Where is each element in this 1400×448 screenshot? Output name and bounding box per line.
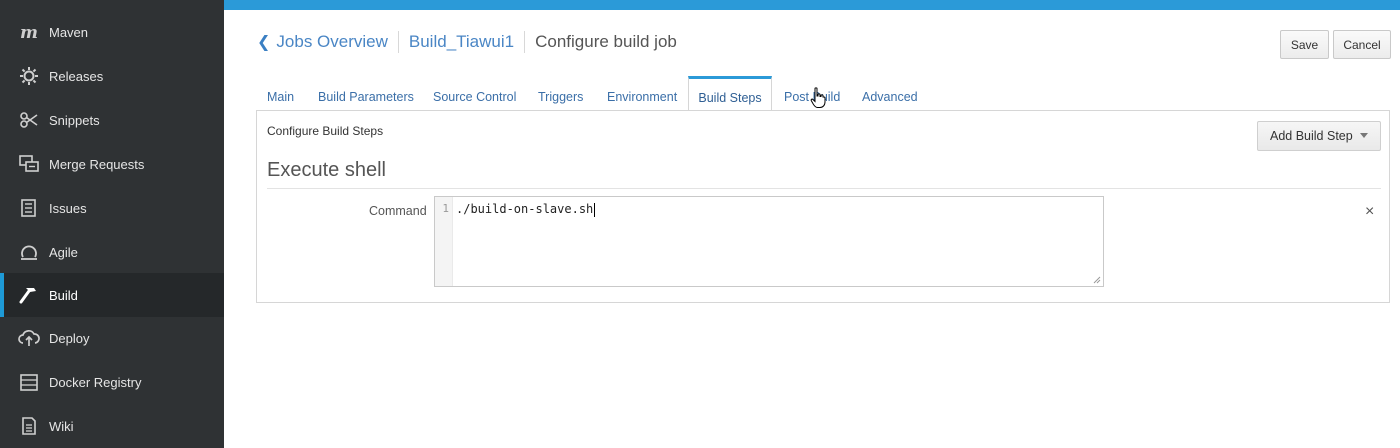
- breadcrumb-divider: [397, 31, 399, 53]
- sidebar-item-label: Maven: [49, 24, 89, 40]
- tab-advanced[interactable]: Advanced: [862, 76, 918, 111]
- sidebar-item-agile[interactable]: Agile: [0, 230, 224, 274]
- tab-source-control[interactable]: Source Control: [433, 76, 516, 111]
- chevron-down-icon: [1360, 133, 1368, 138]
- line-number-gutter: 1: [435, 197, 453, 286]
- step-divider: [267, 188, 1381, 189]
- issues-icon: [18, 197, 40, 219]
- breadcrumb: ❮ Jobs Overview Build_Tiawui1 Configure …: [257, 29, 677, 55]
- step-title: Execute shell: [267, 159, 386, 181]
- docker-registry-icon: [18, 371, 40, 393]
- cancel-button[interactable]: Cancel: [1333, 30, 1391, 59]
- hand-pointer-icon: [810, 87, 826, 108]
- command-value: ./build-on-slave.sh: [456, 202, 594, 216]
- breadcrumb-divider: [524, 31, 526, 53]
- sidebar-item-label: Releases: [49, 68, 104, 84]
- save-button[interactable]: Save: [1280, 30, 1329, 59]
- add-build-step-label: Add Build Step: [1270, 129, 1353, 143]
- sidebar-item-label: Docker Registry: [49, 374, 142, 390]
- maven-icon: m: [18, 21, 40, 43]
- sidebar-item-releases[interactable]: Releases: [0, 54, 224, 98]
- chevron-left-icon[interactable]: ❮: [257, 32, 270, 52]
- build-steps-panel: Configure Build Steps Add Build Step Exe…: [256, 110, 1390, 303]
- page-title: Configure build job: [535, 32, 677, 51]
- sidebar-item-snippets[interactable]: Snippets: [0, 98, 224, 142]
- sidebar-item-docker-registry[interactable]: Docker Registry: [0, 360, 224, 404]
- top-accent-bar: [224, 0, 1400, 10]
- tab-triggers[interactable]: Triggers: [538, 76, 583, 111]
- deploy-cloud-icon: [18, 327, 40, 349]
- tab-build-parameters[interactable]: Build Parameters: [318, 76, 414, 111]
- sidebar-item-build[interactable]: Build: [0, 273, 224, 317]
- tab-environment[interactable]: Environment: [607, 76, 677, 111]
- sidebar-item-label: Snippets: [49, 112, 100, 128]
- sidebar-item-maven[interactable]: m Maven: [0, 10, 224, 54]
- snippets-icon: [18, 109, 40, 131]
- wiki-icon: [18, 415, 40, 437]
- remove-step-close-icon[interactable]: ×: [1365, 204, 1374, 220]
- agile-icon: [18, 241, 40, 263]
- resize-grip-icon[interactable]: [1093, 276, 1101, 284]
- releases-icon: [18, 65, 40, 87]
- svg-text:m: m: [20, 24, 38, 40]
- build-hammer-icon: [18, 284, 40, 306]
- sidebar-item-wiki[interactable]: Wiki: [0, 404, 224, 448]
- tab-main[interactable]: Main: [267, 76, 294, 111]
- sidebar-item-label: Deploy: [49, 330, 90, 346]
- sidebar-item-label: Merge Requests: [49, 156, 145, 172]
- sidebar-item-label: Agile: [49, 244, 78, 260]
- sidebar-item-label: Wiki: [49, 418, 74, 434]
- sidebar-item-label: Build: [49, 287, 78, 303]
- command-label: Command: [369, 204, 427, 218]
- command-text[interactable]: ./build-on-slave.sh: [456, 202, 596, 217]
- sidebar-item-merge-requests[interactable]: Merge Requests: [0, 142, 224, 186]
- panel-title: Configure Build Steps: [267, 124, 384, 138]
- tab-build-steps[interactable]: Build Steps: [688, 76, 772, 111]
- text-cursor: [594, 202, 596, 217]
- merge-requests-icon: [18, 153, 40, 175]
- breadcrumb-job-name[interactable]: Build_Tiawui1: [409, 32, 514, 52]
- sidebar-item-label: Issues: [49, 200, 87, 216]
- breadcrumb-jobs-overview[interactable]: Jobs Overview: [276, 32, 387, 52]
- sidebar-item-issues[interactable]: Issues: [0, 186, 224, 230]
- sidebar: m Maven Releases Snippets Merge Requests…: [0, 0, 224, 448]
- sidebar-item-deploy[interactable]: Deploy: [0, 316, 224, 360]
- command-editor[interactable]: 1 ./build-on-slave.sh: [434, 196, 1104, 287]
- add-build-step-button[interactable]: Add Build Step: [1257, 121, 1381, 151]
